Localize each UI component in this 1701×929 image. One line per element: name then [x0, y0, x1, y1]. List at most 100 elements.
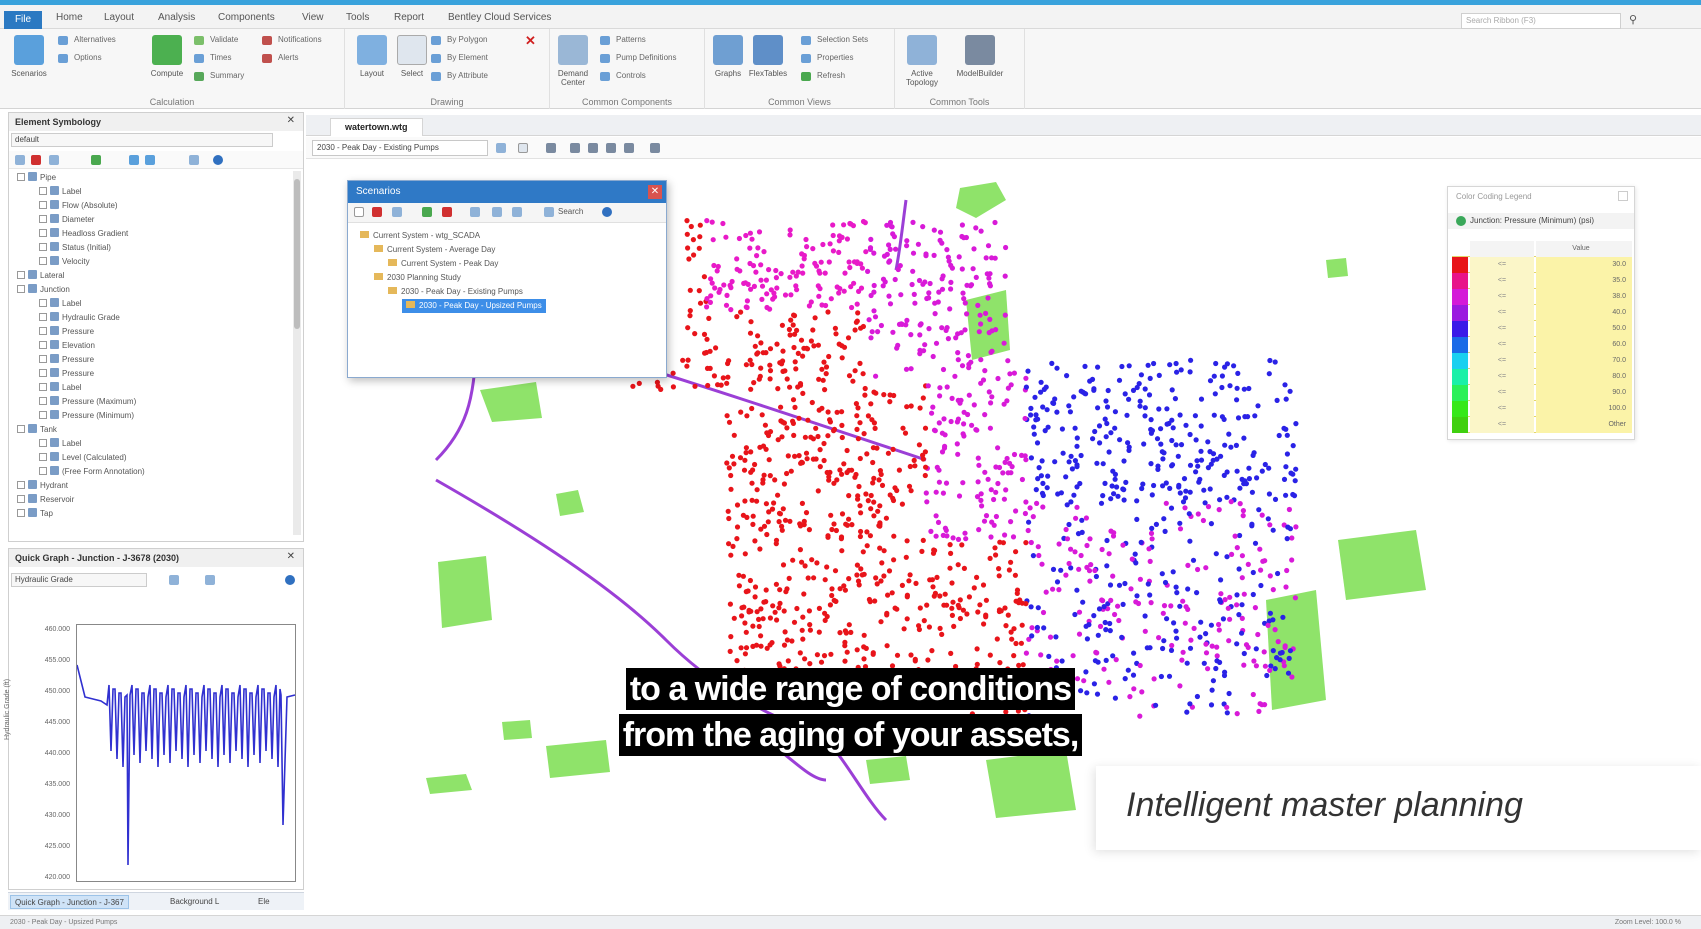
junction-node[interactable] [916, 626, 923, 633]
junction-node[interactable] [1094, 650, 1100, 656]
junction-node[interactable] [834, 409, 840, 415]
junction-node[interactable] [1163, 480, 1169, 486]
junction-node[interactable] [1148, 461, 1154, 467]
junction-node[interactable] [796, 453, 802, 459]
tree-item[interactable]: Velocity [39, 255, 90, 268]
junction-node[interactable] [1134, 593, 1140, 599]
junction-node[interactable] [784, 376, 790, 382]
junction-node[interactable] [757, 373, 763, 379]
junction-node[interactable] [1096, 606, 1103, 612]
junction-node[interactable] [952, 373, 958, 379]
junction-node[interactable] [912, 463, 918, 469]
junction-node[interactable] [743, 362, 749, 368]
junction-node[interactable] [1112, 409, 1118, 415]
junction-node[interactable] [1074, 464, 1080, 470]
junction-node[interactable] [1198, 457, 1205, 463]
junction-node[interactable] [1255, 631, 1261, 638]
junction-node[interactable] [846, 259, 852, 265]
junction-node[interactable] [983, 513, 990, 519]
junction-node[interactable] [954, 419, 961, 425]
junction-node[interactable] [796, 415, 802, 421]
tree-item[interactable]: Pressure [39, 353, 94, 366]
junction-node[interactable] [815, 342, 821, 348]
junction-node[interactable] [1005, 612, 1011, 618]
junction-node[interactable] [1288, 470, 1294, 476]
junction-node[interactable] [904, 592, 911, 598]
tree-item[interactable]: Pressure (Maximum) [39, 395, 136, 408]
junction-node[interactable] [1072, 611, 1078, 618]
junction-node[interactable] [747, 230, 753, 236]
junction-node[interactable] [899, 582, 906, 588]
junction-node[interactable] [944, 325, 950, 331]
junction-node[interactable] [1080, 599, 1086, 605]
demand-center-icon[interactable] [558, 35, 588, 65]
junction-node[interactable] [1074, 587, 1080, 593]
junction-node[interactable] [1087, 536, 1093, 542]
junction-node[interactable] [1214, 456, 1220, 462]
junction-node[interactable] [1063, 572, 1069, 578]
junction-node[interactable] [816, 605, 822, 611]
junction-node[interactable] [1161, 450, 1167, 456]
tree-item[interactable]: Pressure [39, 367, 94, 380]
junction-node[interactable] [1241, 662, 1247, 668]
junction-node[interactable] [807, 627, 813, 633]
tree-group[interactable]: Tank [17, 423, 57, 436]
help-icon[interactable] [285, 575, 295, 585]
junction-node[interactable] [800, 614, 806, 620]
junction-node[interactable] [781, 642, 788, 648]
junction-node[interactable] [1011, 653, 1017, 659]
junction-node[interactable] [822, 610, 828, 616]
expand-icon[interactable] [512, 207, 522, 217]
junction-node[interactable] [1160, 645, 1166, 652]
junction-node[interactable] [1142, 405, 1148, 411]
junction-node[interactable] [812, 260, 818, 266]
by-polygon-button[interactable]: By Polygon [431, 33, 487, 47]
junction-node[interactable] [753, 269, 759, 275]
junction-node[interactable] [841, 461, 847, 467]
junction-node[interactable] [1134, 516, 1140, 522]
junction-node[interactable] [884, 612, 890, 618]
junction-node[interactable] [957, 597, 963, 603]
junction-node[interactable] [718, 382, 724, 388]
junction-node[interactable] [1187, 489, 1193, 495]
junction-node[interactable] [846, 493, 852, 499]
junction-node[interactable] [955, 350, 961, 356]
junction-node[interactable] [809, 557, 815, 563]
junction-node[interactable] [844, 649, 850, 655]
junction-node[interactable] [1121, 458, 1127, 464]
junction-node[interactable] [1153, 521, 1159, 527]
junction-node[interactable] [1078, 552, 1084, 559]
tree-item[interactable]: Status (Initial) [39, 241, 111, 254]
checkbox[interactable] [39, 257, 47, 265]
junction-node[interactable] [912, 300, 918, 306]
junction-node[interactable] [878, 578, 884, 584]
junction-node[interactable] [852, 474, 858, 480]
junction-node[interactable] [771, 500, 777, 506]
junction-node[interactable] [820, 377, 826, 383]
junction-node[interactable] [1040, 480, 1046, 486]
junction-node[interactable] [1071, 492, 1077, 498]
junction-node[interactable] [747, 577, 753, 584]
junction-node[interactable] [899, 321, 905, 327]
junction-node[interactable] [1084, 542, 1090, 549]
junction-node[interactable] [848, 629, 854, 635]
junction-node[interactable] [1274, 397, 1280, 403]
junction-node[interactable] [1147, 645, 1153, 651]
pump-definitions-button[interactable]: Pump Definitions [600, 51, 676, 65]
junction-node[interactable] [1246, 476, 1252, 482]
checkbox[interactable] [39, 215, 47, 223]
junction-node[interactable] [944, 384, 950, 390]
junction-node[interactable] [801, 252, 807, 259]
junction-node[interactable] [1135, 600, 1142, 607]
junction-node[interactable] [1235, 415, 1242, 421]
junction-node[interactable] [739, 613, 745, 619]
junction-node[interactable] [822, 617, 828, 623]
junction-node[interactable] [841, 222, 847, 228]
junction-node[interactable] [1067, 409, 1073, 415]
junction-node[interactable] [777, 587, 783, 593]
junction-node[interactable] [960, 607, 967, 613]
junction-node[interactable] [1286, 655, 1292, 661]
junction-node[interactable] [844, 522, 851, 528]
junction-node[interactable] [822, 387, 828, 393]
junction-node[interactable] [1167, 362, 1173, 368]
